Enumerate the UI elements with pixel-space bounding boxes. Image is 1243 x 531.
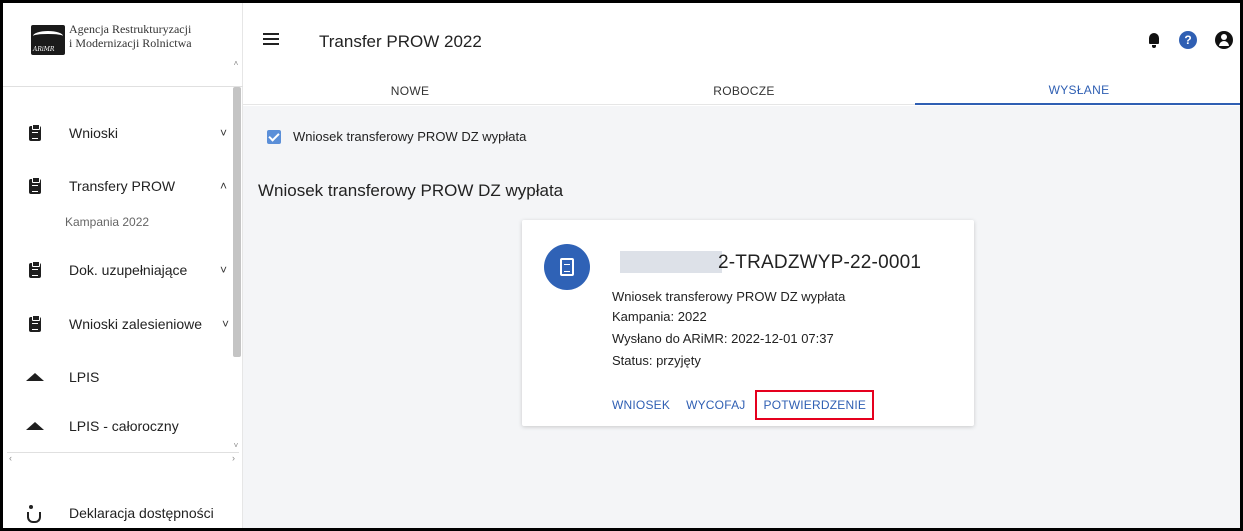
filter-row: Wniosek transferowy PROW DZ wypłata [267, 129, 526, 144]
help-icon[interactable]: ? [1179, 31, 1197, 49]
clipboard-icon [27, 260, 43, 278]
application-sent-date: Wysłano do ARiMR: 2022-12-01 07:37 [612, 331, 834, 346]
accessibility-icon [27, 505, 41, 523]
scroll-up-arrow-icon[interactable]: ˄ [231, 59, 241, 68]
tab-robocze[interactable]: ROBOCZE [577, 77, 911, 105]
sidebar-item-wnioski-zalesieniowe[interactable]: Wnioski zalesieniowe ˅ [3, 304, 235, 344]
chevron-down-icon: ˅ [219, 126, 227, 140]
application-type: Wniosek transferowy PROW DZ wypłata [612, 289, 846, 304]
sidebar-horizontal-scrollbar[interactable]: ‹ › [7, 452, 239, 464]
sidebar-item-lpis[interactable]: LPIS [3, 357, 235, 397]
user-account-icon[interactable] [1215, 31, 1233, 49]
potwierdzenie-button[interactable]: POTWIERDZENIE [755, 390, 875, 420]
mountain-icon [26, 418, 44, 434]
tab-bar: NOWE ROBOCZE WYSŁANE [243, 77, 1240, 105]
sidebar-item-label: Transfery PROW [69, 178, 176, 194]
arimr-logo: ARiMR [31, 25, 65, 55]
page-title: Transfer PROW 2022 [319, 32, 482, 51]
application-campaign: Kampania: 2022 [612, 309, 707, 324]
sidebar-item-label: Deklaracja dostępności [69, 505, 214, 521]
chevron-down-icon: ˅ [219, 263, 227, 277]
logo-line-1: Agencja Restrukturyzacji [69, 22, 192, 36]
logo-text: Agencja Restrukturyzacji i Modernizacji … [69, 22, 192, 50]
tab-wyslane[interactable]: WYSŁANE [915, 77, 1240, 105]
menu-icon[interactable] [263, 33, 279, 45]
application-id: 2-TRADZWYP-22-0001 [718, 252, 922, 273]
mountain-icon [26, 369, 44, 385]
logo-line-2: i Modernizacji Rolnictwa [69, 36, 192, 50]
clipboard-icon [27, 314, 43, 332]
sidebar-item-lpis-caloroczny[interactable]: LPIS - całoroczny [3, 406, 235, 446]
wniosek-button[interactable]: WNIOSEK [612, 398, 670, 412]
card-actions: WNIOSEK WYCOFAJ POTWIERDZENIE [612, 390, 890, 420]
bell-icon[interactable] [1147, 32, 1161, 48]
sidebar-item-deklaracja-dostepnosci[interactable]: Deklaracja dostępności [3, 499, 243, 527]
scroll-left-arrow-icon[interactable]: ‹ [9, 453, 12, 463]
application-card: 2-TRADZWYP-22-0001 Wniosek transferowy P… [522, 220, 974, 426]
sidebar-item-label: LPIS - całoroczny [69, 418, 179, 434]
sidebar-item-label: LPIS [69, 369, 100, 385]
sidebar-item-transfery-prow[interactable]: Transfery PROW ˄ [3, 166, 235, 206]
document-icon [544, 244, 590, 290]
sidebar: ARiMR Agencja Restrukturyzacji i Moderni… [3, 3, 243, 528]
tab-nowe[interactable]: NOWE [243, 77, 577, 105]
sidebar-item-wnioski[interactable]: Wnioski ˅ [3, 113, 235, 153]
logo-area: ARiMR Agencja Restrukturyzacji i Moderni… [3, 3, 243, 87]
application-status: Status: przyjęty [612, 353, 701, 368]
clipboard-icon [27, 123, 43, 141]
filter-label[interactable]: Wniosek transferowy PROW DZ wypłata [293, 129, 526, 144]
wycofaj-button[interactable]: WYCOFAJ [686, 398, 745, 412]
top-bar-icons: ? [1147, 31, 1233, 49]
sidebar-item-label: Dok. uzupełniające [69, 262, 188, 278]
top-bar: Transfer PROW 2022 ? [243, 3, 1240, 77]
sidebar-subitem-kampania-2022[interactable]: Kampania 2022 [65, 215, 149, 229]
app-window: ARiMR Agencja Restrukturyzacji i Moderni… [0, 0, 1243, 531]
clipboard-icon [27, 176, 43, 194]
scroll-right-arrow-icon[interactable]: › [232, 453, 235, 463]
sidebar-item-label: Wnioski [69, 125, 119, 141]
filter-checkbox[interactable] [267, 129, 281, 144]
main-content: Wniosek transferowy PROW DZ wypłata Wnio… [243, 106, 1240, 528]
section-title: Wniosek transferowy PROW DZ wypłata [258, 181, 564, 200]
chevron-up-icon: ˄ [219, 179, 227, 193]
chevron-down-icon: ˅ [221, 317, 229, 331]
sidebar-item-dok-uzupelniajace[interactable]: Dok. uzupełniające ˅ [3, 250, 235, 290]
redacted-id-prefix [620, 251, 722, 273]
sidebar-item-label: Wnioski zalesieniowe [69, 316, 203, 332]
